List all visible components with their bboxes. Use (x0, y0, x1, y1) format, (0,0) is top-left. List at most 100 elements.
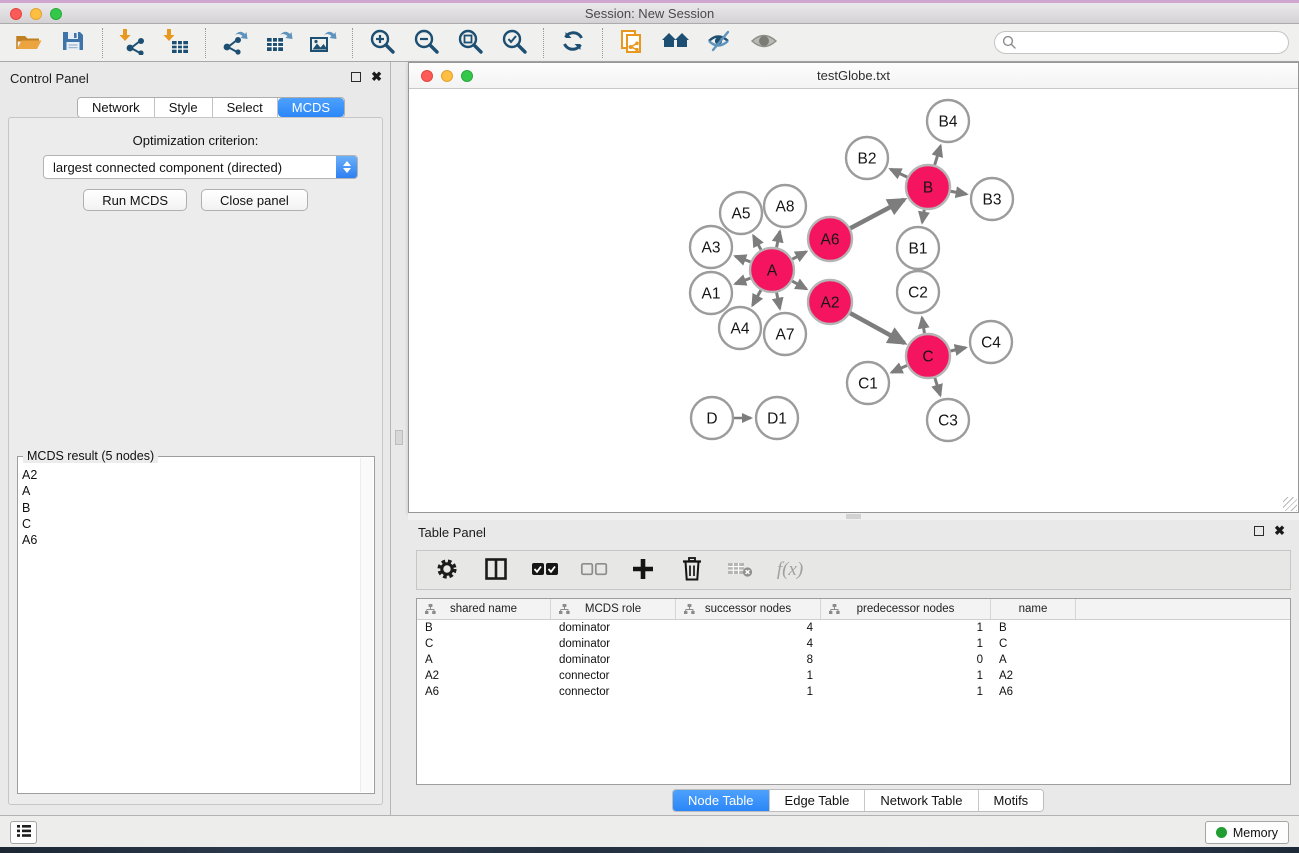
hide-selected-button[interactable] (705, 28, 735, 58)
memory-button[interactable]: Memory (1205, 821, 1289, 844)
column-header-MCDS-role[interactable]: MCDS role (551, 599, 676, 619)
cell-shared-name[interactable]: A2 (417, 670, 551, 682)
cell-successor-nodes[interactable]: 1 (676, 686, 821, 698)
float-panel-icon[interactable] (351, 72, 361, 82)
edge-C-C3[interactable] (935, 378, 940, 395)
edge-B-B2[interactable] (890, 169, 907, 177)
cell-MCDS-role[interactable]: dominator (551, 622, 676, 634)
edge-A2-C[interactable] (850, 313, 904, 343)
table-row[interactable]: Bdominator41B (417, 620, 1290, 636)
tab-select[interactable]: Select (213, 98, 278, 117)
edge-A-A8[interactable] (777, 231, 780, 247)
cell-shared-name[interactable]: A (417, 654, 551, 666)
column-header-predecessor-nodes[interactable]: predecessor nodes (821, 599, 991, 619)
save-session-button[interactable] (58, 28, 88, 58)
export-table-button[interactable] (264, 28, 294, 58)
column-selector-button[interactable] (482, 556, 510, 584)
home-network-button[interactable] (661, 28, 691, 58)
tab-edge-table[interactable]: Edge Table (770, 790, 866, 811)
tab-motifs[interactable]: Motifs (979, 790, 1044, 811)
cell-predecessor-nodes[interactable]: 1 (821, 622, 991, 634)
cell-shared-name[interactable]: C (417, 638, 551, 650)
cell-predecessor-nodes[interactable]: 1 (821, 686, 991, 698)
cell-name[interactable]: C (991, 638, 1076, 650)
task-history-button[interactable] (10, 821, 37, 844)
search-input[interactable] (994, 31, 1289, 54)
edge-C-C1[interactable] (892, 365, 907, 372)
result-item[interactable]: A2 (22, 467, 358, 483)
result-scrollbar[interactable] (360, 458, 373, 792)
result-item[interactable]: B (22, 500, 358, 516)
table-row[interactable]: Cdominator41C (417, 636, 1290, 652)
add-column-button[interactable] (629, 556, 657, 584)
table-row[interactable]: A2connector11A2 (417, 668, 1290, 684)
refresh-button[interactable] (558, 28, 588, 58)
cell-MCDS-role[interactable]: dominator (551, 638, 676, 650)
zoom-out-button[interactable] (411, 28, 441, 58)
column-header-shared-name[interactable]: shared name (417, 599, 551, 619)
tab-node-table[interactable]: Node Table (673, 790, 770, 811)
edge-A-A4[interactable] (753, 290, 761, 305)
edge-B-B3[interactable] (951, 191, 967, 194)
network-canvas[interactable]: AA1A2A3A4A5A6A7A8BB1B2B3B4CC1C2C3C4DD1 (409, 89, 1298, 512)
tab-network[interactable]: Network (78, 98, 155, 117)
close-panel-button[interactable]: Close panel (201, 189, 308, 211)
edge-A-A7[interactable] (777, 293, 780, 309)
edge-A6-B[interactable] (850, 200, 904, 229)
edge-A-A3[interactable] (735, 256, 750, 262)
column-header-successor-nodes[interactable]: successor nodes (676, 599, 821, 619)
zoom-selected-button[interactable] (499, 28, 529, 58)
unselect-all-button[interactable] (580, 556, 608, 584)
close-table-panel-icon[interactable]: ✖ (1274, 526, 1285, 536)
edge-C-C2[interactable] (922, 318, 924, 334)
run-mcds-button[interactable]: Run MCDS (83, 189, 187, 211)
cell-successor-nodes[interactable]: 8 (676, 654, 821, 666)
cell-successor-nodes[interactable]: 1 (676, 670, 821, 682)
zoom-fit-button[interactable] (455, 28, 485, 58)
result-item[interactable]: C (22, 516, 358, 532)
edge-B-B4[interactable] (935, 146, 941, 165)
edge-B-B1[interactable] (922, 210, 924, 223)
edge-A-A1[interactable] (735, 278, 750, 284)
cell-shared-name[interactable]: B (417, 622, 551, 634)
open-file-button[interactable] (14, 28, 44, 58)
edge-C-C4[interactable] (950, 348, 965, 351)
cell-successor-nodes[interactable]: 4 (676, 622, 821, 634)
cell-predecessor-nodes[interactable]: 1 (821, 670, 991, 682)
cell-name[interactable]: B (991, 622, 1076, 634)
tab-style[interactable]: Style (155, 98, 213, 117)
result-item[interactable]: A (22, 483, 358, 499)
cell-shared-name[interactable]: A6 (417, 686, 551, 698)
cell-MCDS-role[interactable]: connector (551, 686, 676, 698)
zoom-in-button[interactable] (367, 28, 397, 58)
column-header-name[interactable]: name (991, 599, 1076, 619)
duplicate-network-button[interactable] (617, 28, 647, 58)
import-network-button[interactable] (117, 28, 147, 58)
function-builder-button[interactable]: f(x) (776, 556, 804, 584)
resize-grip[interactable] (1283, 497, 1297, 511)
cell-predecessor-nodes[interactable]: 1 (821, 638, 991, 650)
export-network-button[interactable] (220, 28, 250, 58)
splitter-handle-vertical[interactable] (395, 430, 403, 445)
export-image-button[interactable] (308, 28, 338, 58)
splitter-horizontal[interactable] (408, 513, 1299, 520)
edge-A-A6[interactable] (792, 252, 806, 259)
criterion-dropdown[interactable]: largest connected component (directed) (43, 155, 358, 179)
cell-MCDS-role[interactable]: dominator (551, 654, 676, 666)
delete-table-button[interactable] (727, 556, 755, 584)
tab-network-table[interactable]: Network Table (865, 790, 978, 811)
cell-name[interactable]: A (991, 654, 1076, 666)
edge-A-A5[interactable] (753, 236, 761, 250)
cell-name[interactable]: A6 (991, 686, 1076, 698)
result-item[interactable]: A6 (22, 532, 358, 548)
tab-mcds[interactable]: MCDS (278, 98, 344, 117)
edge-A-A2[interactable] (792, 281, 806, 289)
table-row[interactable]: A6connector11A6 (417, 684, 1290, 700)
delete-column-button[interactable] (678, 556, 706, 584)
close-panel-icon[interactable]: ✖ (371, 72, 382, 82)
cell-name[interactable]: A2 (991, 670, 1076, 682)
network-window-titlebar[interactable]: testGlobe.txt (409, 63, 1298, 89)
select-all-button[interactable] (531, 556, 559, 584)
cell-MCDS-role[interactable]: connector (551, 670, 676, 682)
show-selected-button[interactable] (749, 28, 779, 58)
